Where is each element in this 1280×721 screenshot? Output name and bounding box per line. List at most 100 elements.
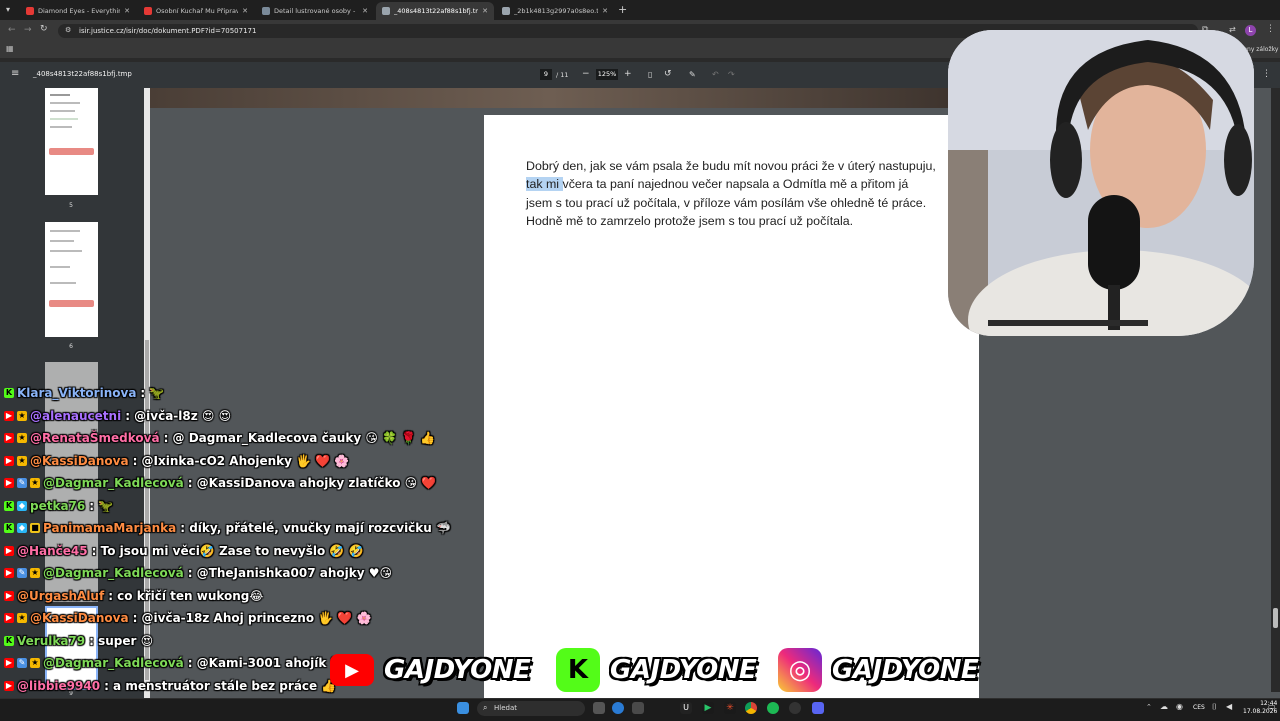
file-explorer-icon[interactable] [593,702,605,714]
chat-text: : 🦖 [89,498,114,513]
redo-icon[interactable]: ↷ [728,69,735,80]
edge-icon[interactable] [612,702,624,714]
profile-avatar[interactable]: L [1245,25,1256,36]
star-badge-icon: ★ [17,613,27,623]
reload-icon[interactable]: ↻ [40,24,48,34]
page-thumbnail[interactable] [45,88,98,195]
chat-message: K Klara_Viktorinova: 🦖 [4,383,164,403]
close-tab-icon[interactable]: ✕ [602,7,608,15]
close-tab-icon[interactable]: ✕ [242,7,248,15]
tab-label: _408s4813t22af88s1bfj.tmp [394,7,479,15]
app-star-icon[interactable]: ✳ [724,702,736,714]
gem-badge-icon: ◆ [17,523,27,533]
chat-message: ▶ ✎ ★ @Dagmar_Kadlecová: @TheJanishka007 ah… [4,563,392,583]
youtube-favicon-icon [144,7,152,15]
url-text[interactable]: isir.justice.cz/isir/doc/dokument.PDF?id… [79,27,256,35]
zoom-in-icon[interactable]: + [624,69,632,80]
apps-grid-icon[interactable]: ▦ [6,44,14,53]
social-handle: GAJDYONE [832,655,979,685]
close-tab-icon[interactable]: ✕ [124,7,130,15]
volume-icon[interactable]: ◀ [1226,702,1232,711]
app-u-icon[interactable]: U [680,702,692,714]
browser-tab[interactable]: _2b1k4813g2997a0s8eo.tmp ✕ [496,2,614,20]
chat-username: @Hanče45 [17,543,88,558]
chat-message: K Verulka79: super 😍 [4,631,153,651]
chat-message: ▶ @libbie9940: a menstruátor stále bez pr… [4,676,336,696]
notifications-icon[interactable]: ▭ [1268,702,1276,711]
sidebar-menu-icon[interactable]: ≡ [11,68,19,79]
youtube-badge-icon: ▶ [4,478,14,488]
document-scrollbar-thumb[interactable] [1273,608,1278,628]
thumbnail-label: 5 [69,202,73,209]
play-app-icon[interactable]: ▶ [702,702,714,714]
tray-app-icon[interactable]: ◉ [1176,702,1183,711]
document-text[interactable]: Dobrý den, jak se vám psala že budu mít … [526,157,936,231]
tab-label: Detail lustrované osoby - ISIR [274,7,358,15]
app-discord-icon[interactable] [812,702,824,714]
language-indicator[interactable]: CES [1193,704,1205,711]
menu-dots-icon[interactable]: ⋮ [1266,24,1275,34]
tab-search-icon[interactable]: ▾ [6,5,10,14]
chat-username: @alenaucetni [30,408,122,423]
kick-badge-icon: K [4,388,14,398]
chat-text: : @TheJanishka007 ahojky ♥😘 [187,566,392,580]
document-scrollbar[interactable] [1271,88,1280,692]
kick-badge-icon: K [4,635,14,646]
tab-groups-icon[interactable]: ⇄ [1229,25,1236,34]
chat-username: @Dagmar_Kadlecová [43,656,184,670]
more-options-icon[interactable]: ⋮ [1262,69,1271,80]
chat-message: K ◆ petka76: 🦖 [4,496,113,516]
instagram-icon: ◎ [778,648,822,692]
tray-chevron-icon[interactable]: ⌃ [1146,703,1152,711]
annotate-icon[interactable]: ✎ [689,69,696,80]
new-tab-button[interactable]: + [618,3,627,16]
youtube-badge-icon: ▶ [4,658,14,668]
moderator-badge-icon: ✎ [17,658,27,668]
fit-page-icon[interactable]: ▯ [648,69,652,80]
spotify-icon[interactable] [767,702,779,714]
youtube-badge-icon: ▶ [4,433,14,443]
chat-message: K ◆ ■ PanimamaMarjanka: díky, přátelé, vnuč… [4,518,451,538]
site-info-icon[interactable]: ⚙ [65,26,71,34]
youtube-badge-icon: ▶ [4,680,14,691]
app-gear-icon[interactable] [789,702,801,714]
back-arrow-icon[interactable]: ← [8,25,16,35]
store-icon[interactable] [632,702,644,714]
chat-text: : @ Dagmar_Kadlecova čauky 😘 🍀 🌹 👍 [163,431,436,445]
chat-text: : @KassiDanova ahojky zlatíčko 😘 ❤️ [187,476,437,490]
chat-username: @KassiDanova [30,611,129,625]
youtube-badge-icon: ▶ [4,545,14,556]
start-menu-icon[interactable] [457,702,469,714]
kick-badge-icon: K [4,523,14,533]
social-banner: ▶ GAJDYONE K GAJDYONE ◎ GAJDYONE [330,648,990,696]
chat-text: : @ivča-l8z 😍 😍 [125,408,232,423]
network-icon[interactable]: ⌷ [1212,702,1217,712]
chat-username: Klara_Viktorinova [17,386,137,400]
page-thumbnail[interactable] [45,222,98,337]
subscriber-badge-icon: ■ [30,523,40,533]
page-number-input[interactable]: 9 [540,69,552,80]
chat-message: ▶ ★ @RenataŠmedková: @ Dagmar_Kadlecova ča… [4,428,435,448]
chat-text: : super 😍 [89,633,154,648]
undo-icon[interactable]: ↶ [712,69,719,80]
browser-tab[interactable]: Diamond Eyes - Everything | Mi ✕ [20,2,136,20]
youtube-icon: ▶ [330,654,374,686]
chat-text: : To jsou mi věci🤣 Zase to nevyšlo 🤣 🤣 [91,543,364,558]
chat-username: @libbie9940 [17,678,101,693]
zoom-input[interactable]: 125% [596,69,618,80]
browser-tab-active[interactable]: _408s4813t22af88s1bfj.tmp ✕ [376,2,494,20]
browser-tab[interactable]: Osobní Kuchař Mu Připravil Jídl ✕ [138,2,254,20]
chat-message: ▶ ★ @KassiDanova: @ivča-18z Ahoj princezno… [4,608,371,628]
close-tab-icon[interactable]: ✕ [362,7,368,15]
close-tab-icon[interactable]: ✕ [482,7,488,15]
text-selection: tak mi [526,177,563,192]
browser-tab[interactable]: Detail lustrované osoby - ISIR ✕ [256,2,374,20]
zoom-out-icon[interactable]: − [582,69,590,80]
chrome-icon[interactable] [745,702,757,714]
forward-arrow-icon[interactable]: → [24,25,32,35]
onedrive-icon[interactable]: ☁ [1160,702,1168,711]
chat-username: petka76 [30,498,86,513]
chat-text: : @ivča-18z Ahoj princezno 🖐 ❤️ 🌸 [132,611,372,625]
rotate-icon[interactable]: ↺ [664,69,672,80]
moderator-badge-icon: ✎ [17,478,27,488]
